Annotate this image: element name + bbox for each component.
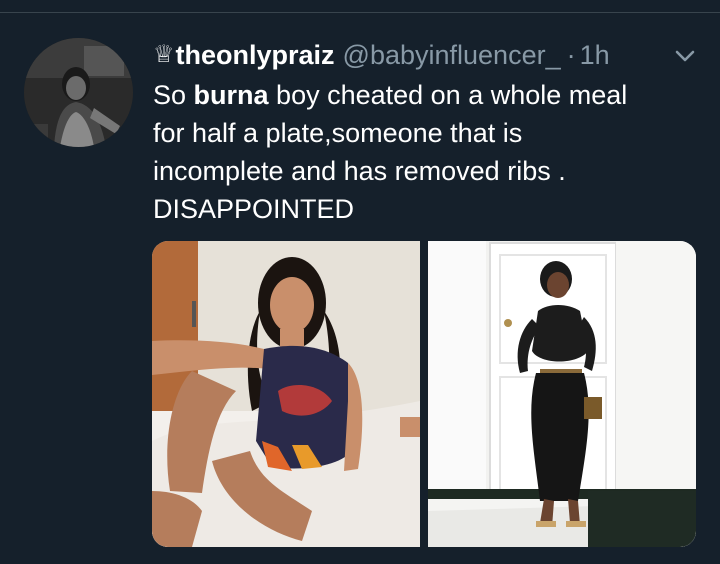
text-segment: So (153, 80, 194, 110)
display-name[interactable]: theonlypraiz (176, 35, 335, 75)
tweet-media (152, 241, 696, 547)
text-segment: boy cheated on a whole meal (268, 80, 628, 110)
tweet-text-line: DISAPPOINTED (153, 194, 355, 224)
tweet-text-line: for half a plate,someone that is (153, 118, 523, 148)
timestamp[interactable]: 1h (580, 35, 610, 75)
tweet-text-line: So burna boy cheated on a whole meal (153, 76, 693, 114)
divider (0, 12, 720, 13)
user-handle[interactable]: @babyinfluencer_ (343, 35, 561, 75)
photo-woman-black-dress[interactable] (428, 241, 696, 547)
crown-icon: ♕ (153, 41, 175, 68)
tweet-header: ♕ theonlypraiz @babyinfluencer_ · 1h (153, 35, 610, 75)
tweet-text-line: incomplete and has removed ribs . (153, 156, 566, 186)
avatar[interactable] (24, 38, 133, 147)
tweet-text: So burna boy cheated on a whole meal for… (153, 76, 693, 228)
photo-woman-on-bed[interactable] (152, 241, 420, 547)
separator: · (566, 40, 576, 70)
bold-word: burna (193, 80, 269, 110)
tweet[interactable]: ♕ theonlypraiz @babyinfluencer_ · 1h So … (0, 0, 720, 564)
chevron-down-icon[interactable] (672, 46, 698, 66)
